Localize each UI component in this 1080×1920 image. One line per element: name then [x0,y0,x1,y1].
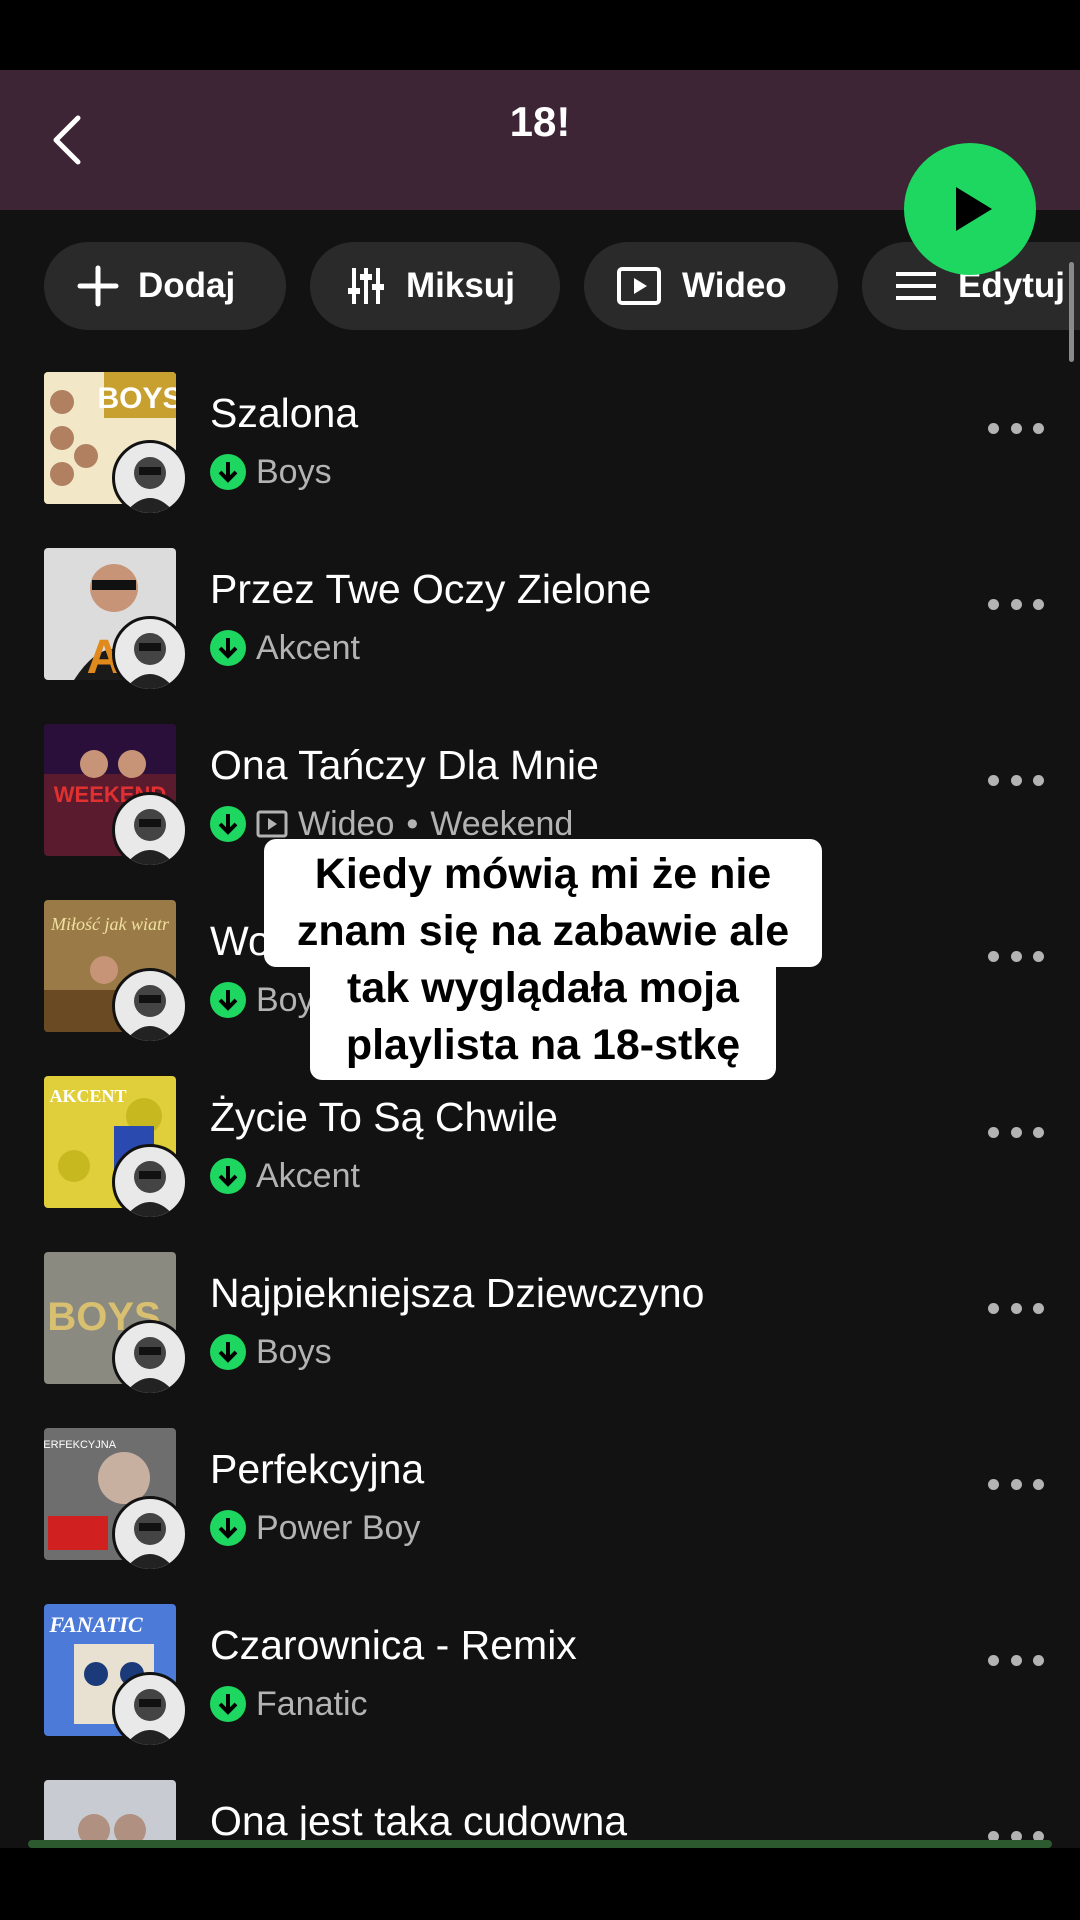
track-artist: Boys [256,452,332,491]
track-row[interactable]: FANATIC Czarownica - Remix Fanatic [0,1604,1080,1780]
cover-text: AKCENT [49,1086,126,1106]
avatar [112,616,188,692]
track-title: Perfekcyjna [210,1446,425,1492]
video-icon [617,267,661,305]
track-title: Wo [210,918,271,964]
add-chip-label: Dodaj [138,266,236,305]
avatar [112,792,188,868]
video-badge-icon [256,810,288,838]
avatar [112,968,188,1044]
avatar [112,1672,188,1748]
track-artist: Akcent [256,1156,360,1195]
status-bar [0,0,1080,70]
track-subtitle: Akcent [210,1156,360,1196]
video-label: Wideo [298,804,395,843]
track-row[interactable]: PERFEKCYJNA Perfekcyjna Power Boy [0,1428,1080,1604]
play-icon [956,187,992,231]
track-artist: Fanatic [256,1684,368,1723]
plus-icon [77,265,119,307]
track-subtitle: Power Boy [210,1508,420,1548]
track-title: Ona jest taka cudowna [210,1798,628,1840]
more-options-button[interactable] [988,416,1044,440]
track-row[interactable]: Ona jest taka cudowna [0,1780,1080,1840]
scrollbar[interactable] [1069,262,1074,362]
mix-chip[interactable]: Miksuj [310,242,560,330]
track-title: Najpiekniejsza Dziewczyno [210,1270,705,1316]
album-cover [44,1780,176,1840]
mix-chip-label: Miksuj [406,266,515,305]
caption-line: znam się na zabawie ale [296,907,790,955]
avatar [112,440,188,516]
track-artist: Weekend [430,804,574,843]
cover-text: PERFEKCYJNA [44,1439,117,1451]
more-options-button[interactable] [988,1296,1044,1320]
caption-line: tak wyglądała moja [347,964,739,1012]
track-title: Szalona [210,390,359,436]
cover-text: FANATIC [48,1612,143,1637]
downloaded-icon [210,1686,246,1722]
mix-icon [348,268,384,304]
track-artist: Boys [256,1332,332,1371]
avatar [112,1320,188,1396]
downloaded-icon [210,1510,246,1546]
track-artist: Boy [256,980,315,1019]
playback-progress-bar [28,1840,1052,1848]
bottom-bar [0,1848,1080,1920]
track-subtitle: Wideo • Weekend [210,804,573,844]
track-subtitle: Fanatic [210,1684,368,1724]
track-subtitle: Boy [210,980,315,1020]
more-options-button[interactable] [988,1648,1044,1672]
more-options-button[interactable] [988,1824,1044,1840]
track-title: Przez Twe Oczy Zielone [210,566,652,612]
video-chip[interactable]: Wideo [584,242,838,330]
add-chip[interactable]: Dodaj [44,242,286,330]
cover-text: BOYS [97,382,176,415]
more-options-button[interactable] [988,768,1044,792]
downloaded-icon [210,1334,246,1370]
track-subtitle: Boys [210,1332,332,1372]
track-title: Czarownica - Remix [210,1622,577,1668]
more-options-button[interactable] [988,1472,1044,1496]
track-subtitle: Akcent [210,628,360,668]
track-title: Ona Tańczy Dla Mnie [210,742,599,788]
play-button[interactable] [904,143,1036,275]
track-artist: Akcent [256,628,360,667]
track-row[interactable]: AKCENT Życie To Są Chwile Akcent [0,1076,1080,1252]
track-subtitle: Boys [210,452,332,492]
track-artist: Power Boy [256,1508,421,1547]
action-chips: Dodaj Miksuj Wideo Edytuj [0,242,1080,330]
downloaded-icon [210,1158,246,1194]
downloaded-icon [210,630,246,666]
caption-line: playlista na 18-stkę [345,1021,741,1069]
avatar [112,1144,188,1220]
list-icon [896,272,936,300]
track-row[interactable]: A Przez Twe Oczy Zielone Akcent [0,548,1080,724]
more-options-button[interactable] [988,1120,1044,1144]
more-options-button[interactable] [988,592,1044,616]
video-chip-label: Wideo [682,266,787,305]
avatar [112,1496,188,1572]
cover-text: Miłość jak wiatr [50,914,170,934]
track-row[interactable]: BOYS Najpiekniejsza Dziewczyno Boys [0,1252,1080,1428]
more-options-button[interactable] [988,944,1044,968]
track-row[interactable]: BOYS Szalona Boys [0,372,1080,548]
caption-line: Kiedy mówią mi że nie [314,850,772,898]
track-title: Życie To Są Chwile [210,1094,558,1140]
separator: • [406,804,419,843]
downloaded-icon [210,982,246,1018]
downloaded-icon [210,454,246,490]
downloaded-icon [210,806,246,842]
